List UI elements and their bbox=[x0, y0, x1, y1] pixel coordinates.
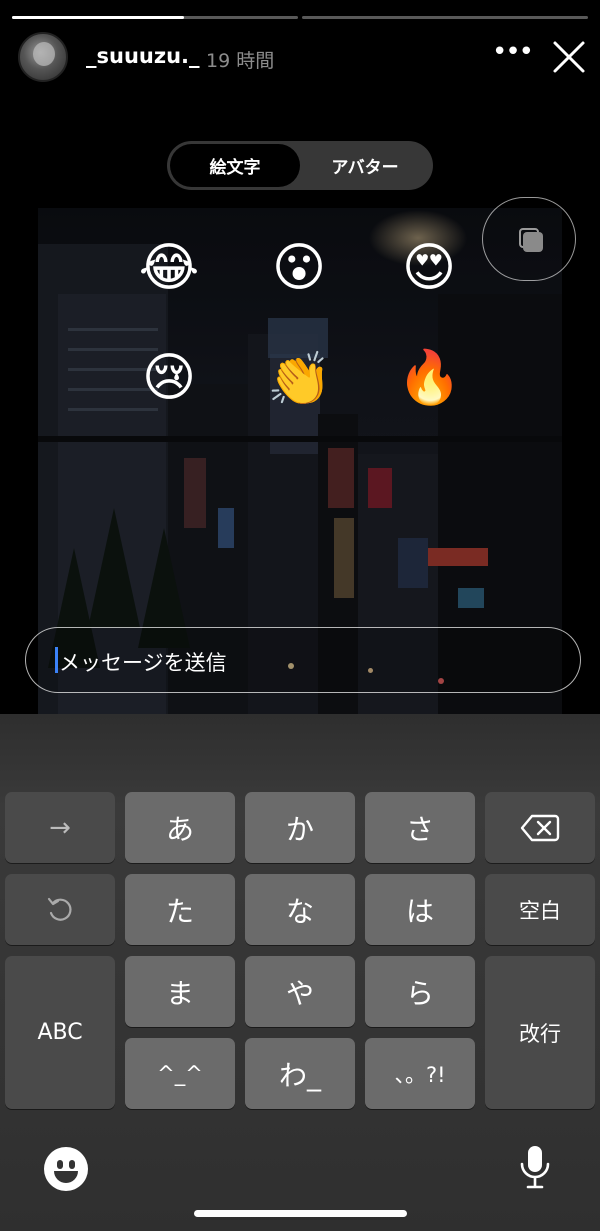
story-timestamp: 19 時間 bbox=[206, 50, 275, 72]
message-input[interactable]: メッセージを送信 bbox=[25, 627, 581, 693]
emoji-reaction-fire[interactable]: 🔥 bbox=[397, 346, 462, 410]
abc-key[interactable]: ABC bbox=[5, 956, 115, 1109]
close-icon[interactable] bbox=[550, 38, 588, 76]
key-punctuation[interactable]: 、。?! bbox=[365, 1038, 475, 1109]
key-ra[interactable]: ら bbox=[365, 956, 475, 1027]
text-caret bbox=[55, 647, 58, 673]
next-arrow-key[interactable]: → bbox=[5, 792, 115, 863]
story-progress-bar bbox=[302, 16, 588, 19]
tab-emoji[interactable]: 絵文字 bbox=[170, 144, 300, 187]
message-placeholder: メッセージを送信 bbox=[59, 651, 227, 675]
key-ya[interactable]: や bbox=[245, 956, 355, 1027]
story-progress-bar bbox=[12, 16, 298, 19]
home-indicator[interactable] bbox=[194, 1210, 407, 1217]
return-key[interactable]: 改行 bbox=[485, 956, 595, 1109]
story-viewer: _suuuzu._ 19 時間 ••• 絵文字 アバター 😂 😮 😍 😢 👏 🔥… bbox=[0, 0, 600, 714]
key-ta[interactable]: た bbox=[125, 874, 235, 945]
undo-icon bbox=[47, 897, 72, 921]
microphone-icon[interactable] bbox=[518, 1144, 552, 1194]
backspace-key[interactable] bbox=[485, 792, 595, 863]
emoji-reaction-surprised[interactable]: 😮 bbox=[267, 236, 331, 300]
tab-avatar[interactable]: アバター bbox=[300, 144, 430, 187]
story-progress-fill bbox=[12, 16, 184, 19]
emoji-keyboard-icon[interactable] bbox=[44, 1147, 88, 1191]
emoji-reaction-crying[interactable]: 😢 bbox=[137, 346, 201, 410]
avatar[interactable] bbox=[18, 32, 68, 82]
sticker-button[interactable] bbox=[482, 197, 576, 281]
key-ma[interactable]: ま bbox=[125, 956, 235, 1027]
backspace-icon bbox=[520, 814, 560, 841]
key-na[interactable]: な bbox=[245, 874, 355, 945]
key-wa[interactable]: わ_ bbox=[245, 1038, 355, 1109]
more-options-icon[interactable]: ••• bbox=[492, 39, 534, 72]
key-sa[interactable]: さ bbox=[365, 792, 475, 863]
space-key[interactable]: 空白 bbox=[485, 874, 595, 945]
key-ka[interactable]: か bbox=[245, 792, 355, 863]
emoji-reaction-heart-eyes[interactable]: 😍 bbox=[397, 236, 461, 300]
emoji-reaction-laughing[interactable]: 😂 bbox=[137, 236, 201, 300]
reaction-type-toggle: 絵文字 アバター bbox=[167, 141, 433, 190]
key-ha[interactable]: は bbox=[365, 874, 475, 945]
key-a[interactable]: あ bbox=[125, 792, 235, 863]
emoji-reaction-clapping[interactable]: 👏 bbox=[267, 348, 332, 412]
undo-key[interactable] bbox=[5, 874, 115, 945]
story-username[interactable]: _suuuzu._ bbox=[86, 44, 200, 68]
key-kaomoji[interactable]: ^_^ bbox=[125, 1038, 235, 1109]
